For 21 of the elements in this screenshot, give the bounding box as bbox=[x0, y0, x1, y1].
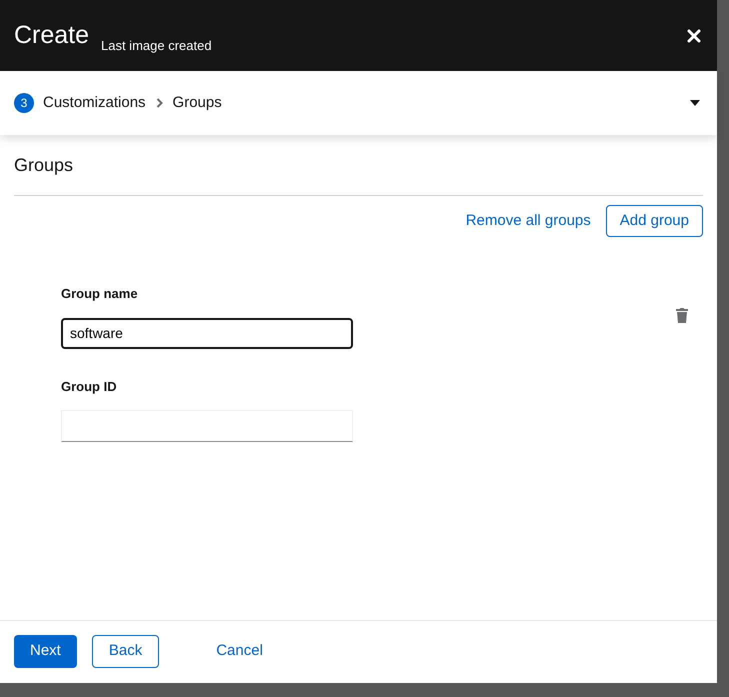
nav-toggle[interactable] bbox=[690, 100, 700, 106]
input-field[interactable]: software bbox=[61, 318, 353, 348]
close-icon bbox=[687, 28, 701, 42]
step-number: 3 bbox=[14, 93, 34, 113]
close-button[interactable] bbox=[687, 28, 701, 42]
caret-down-icon bbox=[690, 100, 700, 106]
delete-button[interactable] bbox=[675, 307, 689, 323]
substep-label: Groups bbox=[172, 92, 222, 113]
input-field[interactable] bbox=[61, 410, 353, 442]
field-label: Group ID bbox=[61, 378, 118, 396]
link-button[interactable]: Cancel bbox=[200, 634, 279, 668]
field-label: Group name bbox=[61, 285, 139, 303]
section-title: Groups bbox=[14, 154, 74, 177]
add-group-button[interactable]: Add group bbox=[606, 205, 703, 237]
primary-button[interactable]: Next bbox=[14, 634, 77, 668]
remove-all-link[interactable]: Remove all groups bbox=[466, 210, 591, 232]
secondary-button[interactable]: Back bbox=[92, 634, 160, 668]
step-label: Customizations bbox=[43, 92, 146, 113]
trash-icon bbox=[675, 307, 689, 323]
chevron-right-icon bbox=[156, 98, 163, 108]
modal-title: Create bbox=[14, 20, 90, 51]
